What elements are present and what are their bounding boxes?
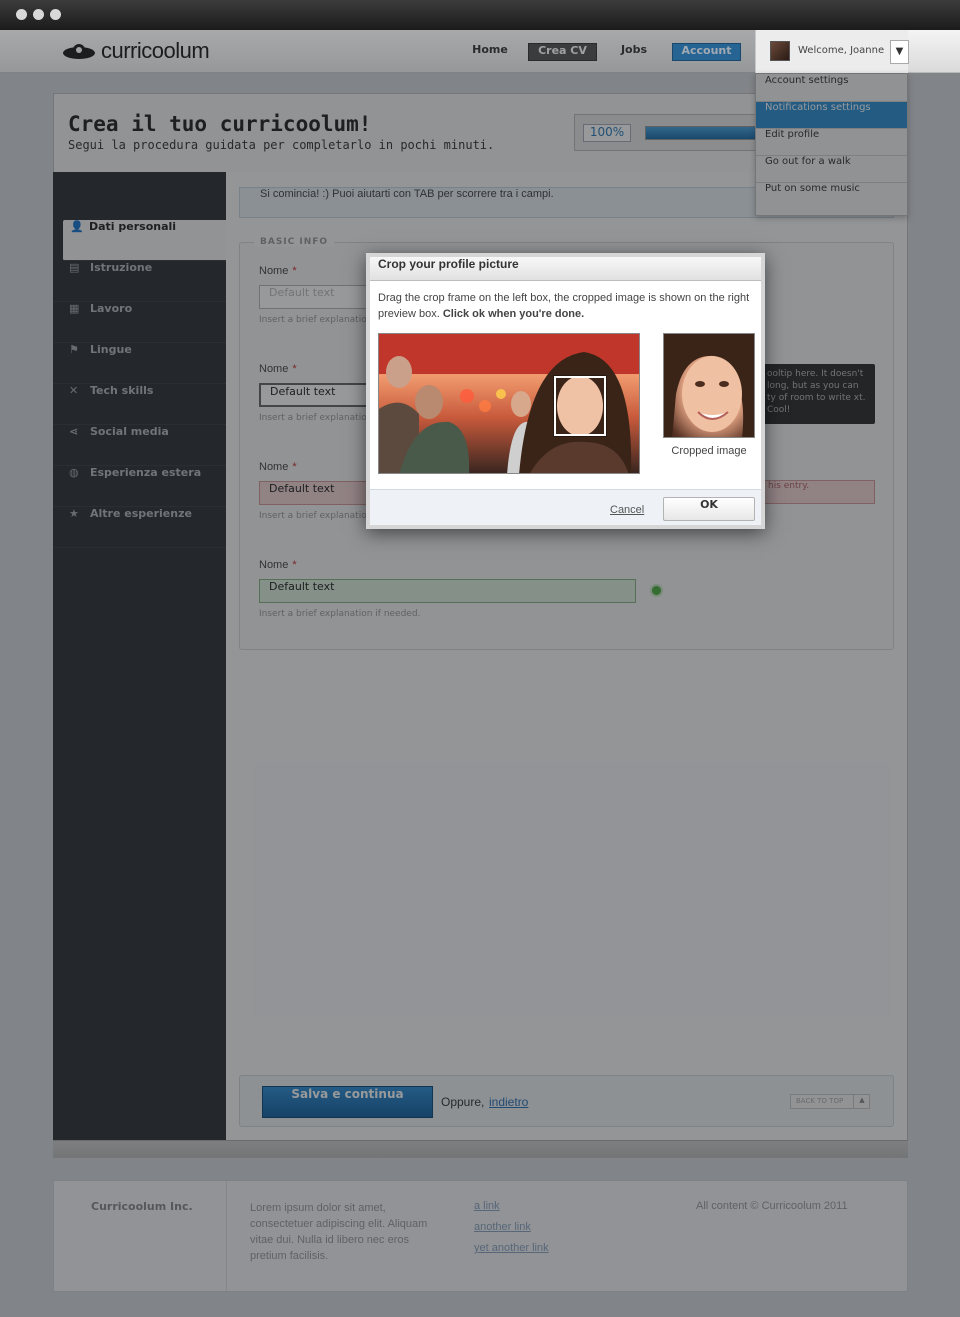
source-photo[interactable] [378, 333, 640, 474]
window-minimize-dot[interactable] [33, 9, 44, 20]
crop-dialog: Crop your profile picture Drag the crop … [366, 253, 765, 529]
cancel-link[interactable]: Cancel [610, 504, 644, 516]
user-menu[interactable]: Welcome, Joanne ▼ [755, 30, 909, 73]
dialog-instruction: Click ok when you're done. [442, 308, 585, 320]
avatar [770, 41, 790, 61]
dialog-footer: Cancel OK [370, 489, 761, 525]
dialog-description: Drag the crop frame on the left box, the… [378, 292, 750, 320]
dialog-title: Crop your profile picture [370, 257, 761, 281]
browser-chrome [0, 0, 960, 30]
modal-overlay-header [0, 30, 755, 73]
crop-frame-handle[interactable] [554, 376, 606, 436]
window-close-dot[interactable] [16, 9, 27, 20]
ok-button[interactable]: OK [663, 497, 755, 521]
dropdown-toggle-icon[interactable]: ▼ [890, 40, 909, 64]
window-maximize-dot[interactable] [50, 9, 61, 20]
preview-face [664, 334, 754, 437]
cropped-preview [663, 333, 755, 438]
preview-label: Cropped image [671, 445, 747, 457]
welcome-text: Welcome, Joanne [798, 45, 885, 56]
